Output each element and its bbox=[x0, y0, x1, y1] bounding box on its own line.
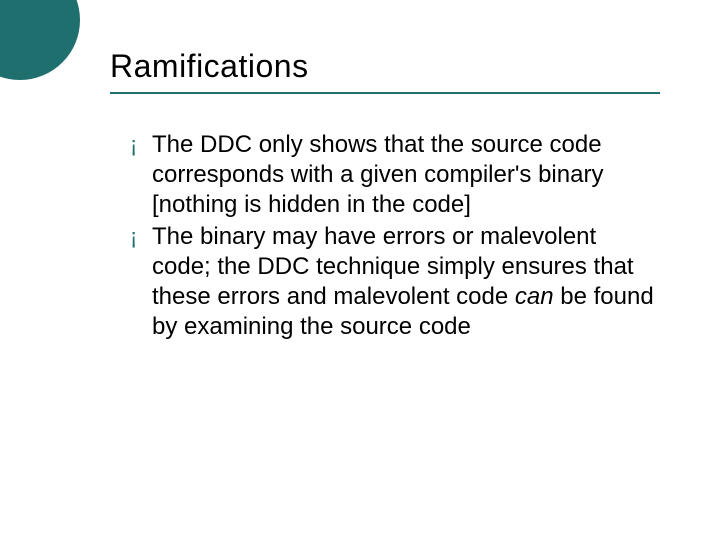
bullet-text-before: The DDC only shows that the source code … bbox=[152, 131, 603, 218]
bullet-icon: ¡ bbox=[130, 222, 148, 252]
bullet-icon: ¡ bbox=[130, 130, 148, 160]
bullet-item: ¡ The DDC only shows that the source cod… bbox=[130, 130, 660, 220]
title-underline bbox=[110, 92, 660, 94]
bullet-text: The binary may have errors or malevolent… bbox=[152, 222, 660, 342]
bullet-text: The DDC only shows that the source code … bbox=[152, 130, 660, 220]
slide: Ramifications ¡ The DDC only shows that … bbox=[0, 0, 720, 540]
slide-title: Ramifications bbox=[110, 48, 660, 91]
corner-circle-decoration bbox=[0, 0, 80, 80]
bullet-item: ¡ The binary may have errors or malevole… bbox=[130, 222, 660, 342]
title-area: Ramifications bbox=[110, 48, 660, 91]
slide-body: ¡ The DDC only shows that the source cod… bbox=[130, 130, 660, 344]
bullet-text-italic: can bbox=[515, 283, 554, 310]
